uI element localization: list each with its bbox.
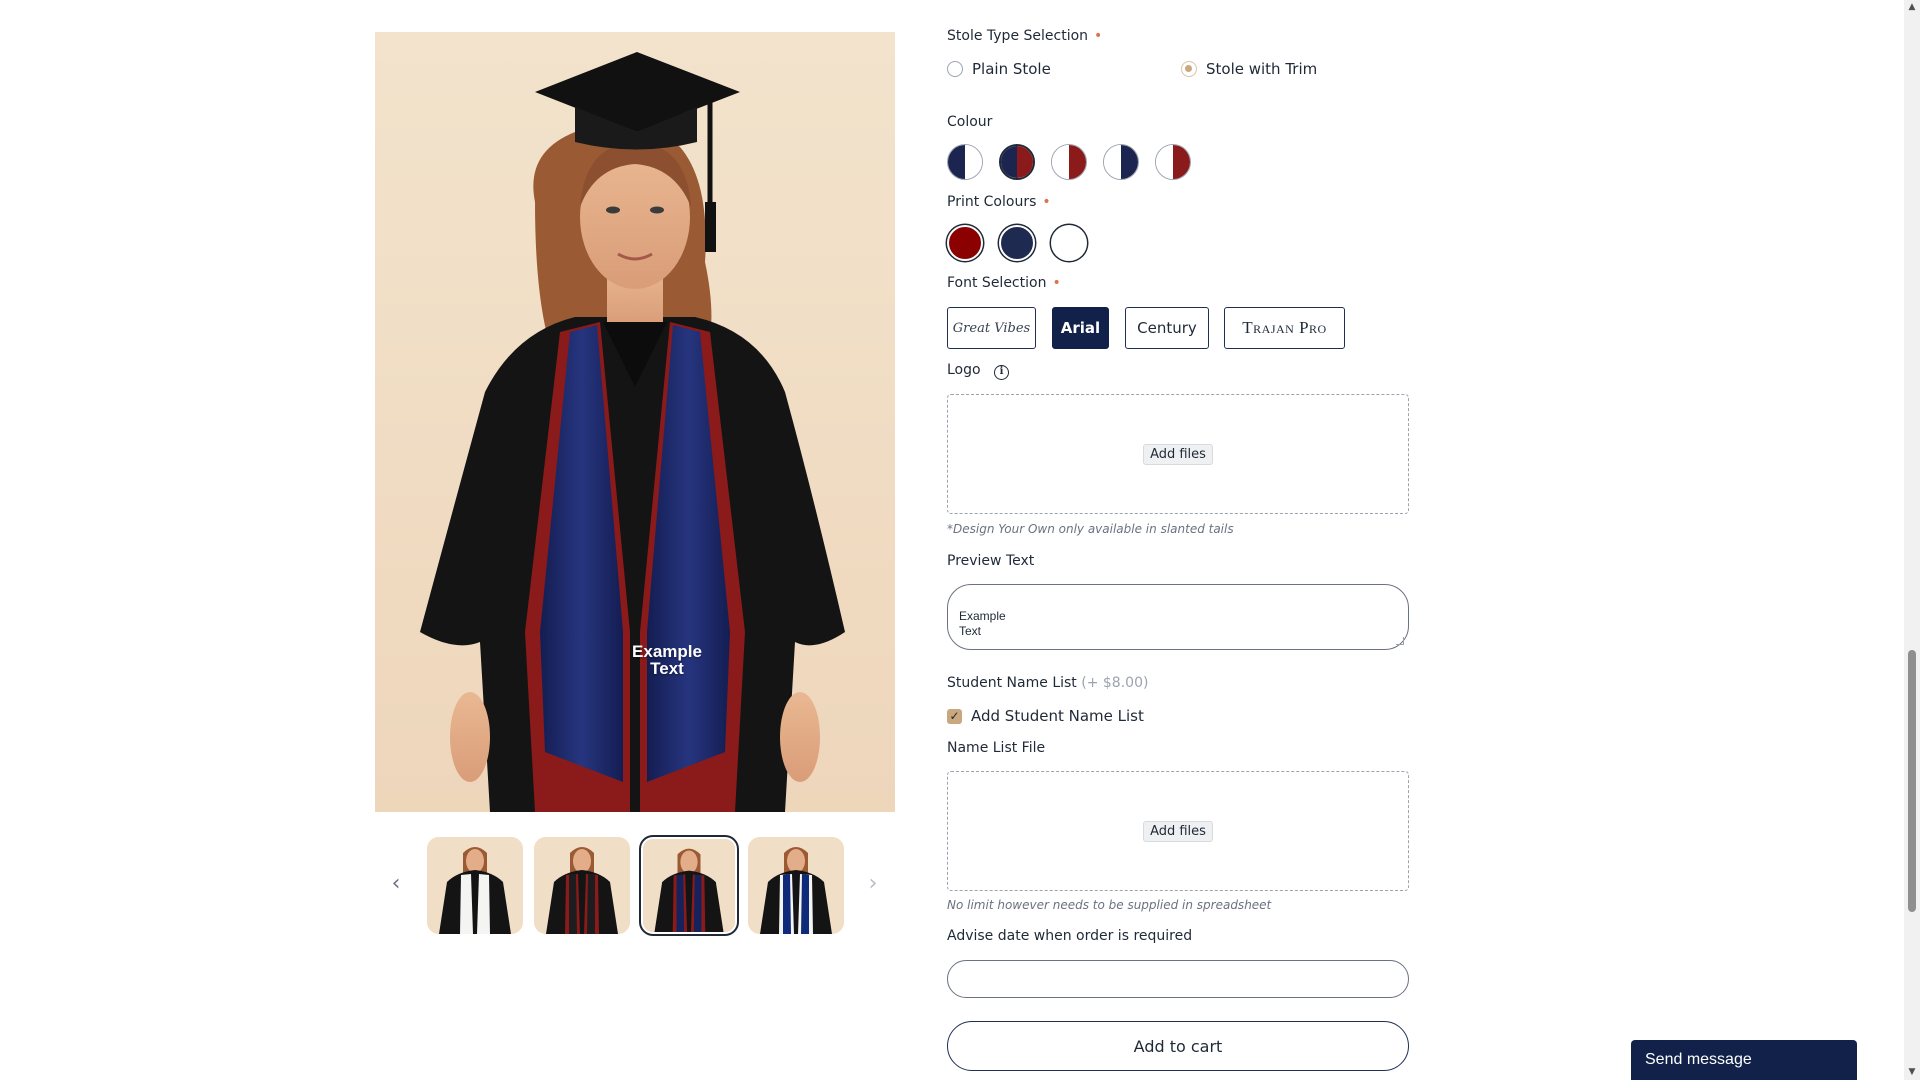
chevron-left-icon[interactable]: ‹ <box>385 868 407 900</box>
colour-label: Colour <box>947 114 993 130</box>
font-option-century[interactable]: Century <box>1125 307 1209 349</box>
scroll-thumb[interactable] <box>1908 650 1916 912</box>
colour-swatch[interactable] <box>1051 144 1087 180</box>
font-selection-label: Font Selection • <box>947 275 1061 291</box>
add-files-button[interactable]: Add files <box>1143 443 1213 465</box>
preview-text-label: Preview Text <box>947 553 1035 569</box>
name-list-file-label: Name List File <box>947 740 1046 756</box>
radio-label: Stole with Trim <box>1206 60 1318 78</box>
add-files-button[interactable]: Add files <box>1143 820 1213 842</box>
stole-type-label: Stole Type Selection • <box>947 28 1103 44</box>
colour-swatch[interactable] <box>947 144 983 180</box>
colour-swatch[interactable] <box>1155 144 1191 180</box>
swatch-right-half <box>1017 146 1033 178</box>
radio-circle[interactable] <box>947 61 963 77</box>
font-option-arial[interactable]: Arial <box>1052 307 1109 349</box>
thumbnail-image <box>427 837 523 934</box>
preview-text-textarea[interactable]: Example Text <box>947 584 1409 650</box>
radio-circle-selected[interactable] <box>1181 61 1197 77</box>
stole-preview-text: Example Text <box>632 642 702 678</box>
font-option-trajan-pro[interactable]: Trajan Pro <box>1224 307 1345 349</box>
thumbnail-image <box>748 837 844 934</box>
thumbnail-image <box>534 837 630 934</box>
radio-plain-stole[interactable]: Plain Stole <box>947 60 1051 78</box>
thumbnail-black-stole[interactable] <box>534 837 630 934</box>
swatch-right-half <box>1121 145 1138 179</box>
price-surcharge: (+ $8.00) <box>1081 675 1149 691</box>
logo-label: Logo <box>947 362 981 378</box>
radio-label: Plain Stole <box>972 60 1051 78</box>
print-colour-dot[interactable] <box>947 225 983 261</box>
thumbnail-white-stole[interactable] <box>427 837 523 934</box>
thumbnail-image <box>643 839 735 932</box>
print-colours-label: Print Colours • <box>947 194 1051 210</box>
swatch-left-half <box>1052 145 1069 179</box>
student-name-list-label: Student Name List (+ $8.00) <box>947 675 1149 691</box>
checkbox-checked-icon[interactable]: ✓ <box>947 708 962 724</box>
resize-grip-icon[interactable] <box>1396 637 1404 645</box>
send-message-button[interactable]: Send message <box>1631 1040 1857 1080</box>
colour-swatch[interactable] <box>999 144 1035 180</box>
date-label: Advise date when order is required <box>947 928 1193 944</box>
page-scrollbar[interactable]: ▲ ▼ <box>1904 0 1920 1080</box>
swatch-right-half <box>1173 145 1190 179</box>
logo-note: *Design Your Own only available in slant… <box>947 522 1234 536</box>
swatch-right-half <box>1069 145 1086 179</box>
product-main-image[interactable]: Example Text <box>375 32 895 812</box>
thumbnail-navy-stole[interactable] <box>639 835 739 936</box>
add-student-name-list-checkbox[interactable]: ✓ Add Student Name List <box>947 707 1144 725</box>
date-required-input[interactable] <box>947 960 1409 998</box>
thumbnail-blue-stole[interactable] <box>748 837 844 934</box>
logo-dropzone[interactable]: Add files <box>947 394 1409 514</box>
info-icon[interactable]: i <box>994 365 1009 380</box>
font-option-great-vibes[interactable]: Great Vibes <box>947 307 1036 349</box>
print-colour-dot[interactable] <box>1051 225 1087 261</box>
print-colour-dot[interactable] <box>999 225 1035 261</box>
name-list-note: No limit however needs to be supplied in… <box>947 898 1272 912</box>
scroll-up-icon[interactable]: ▲ <box>1907 2 1917 12</box>
colour-swatch[interactable] <box>1103 144 1139 180</box>
graduate-gown-illustration <box>420 52 845 812</box>
swatch-right-half <box>965 145 982 179</box>
swatch-left-half <box>948 145 965 179</box>
thumbnail-strip: ‹ › <box>375 835 895 936</box>
swatch-left-half <box>1156 145 1173 179</box>
swatch-left-half <box>1001 146 1017 178</box>
checkbox-label: Add Student Name List <box>971 707 1144 725</box>
add-to-cart-button[interactable]: Add to cart <box>947 1021 1409 1071</box>
radio-stole-with-trim[interactable]: Stole with Trim <box>1181 60 1317 78</box>
name-list-dropzone[interactable]: Add files <box>947 771 1409 891</box>
preview-text-value: Example Text <box>959 609 1006 638</box>
swatch-left-half <box>1104 145 1121 179</box>
chevron-right-icon[interactable]: › <box>862 868 884 900</box>
scroll-down-icon[interactable]: ▼ <box>1907 1067 1917 1077</box>
